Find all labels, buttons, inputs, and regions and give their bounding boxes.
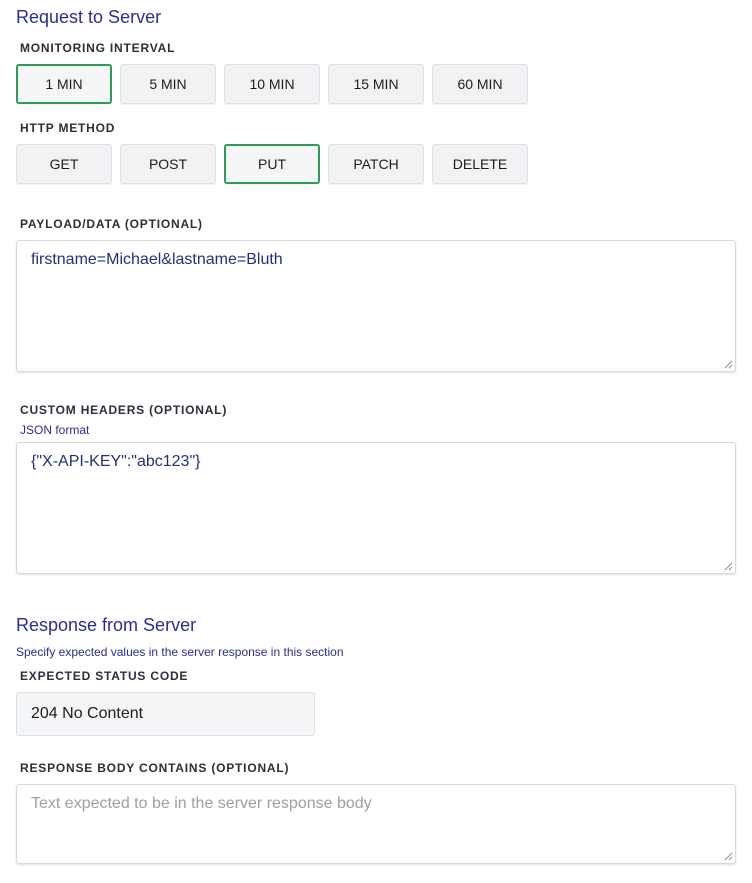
- method-delete-button[interactable]: DELETE: [432, 144, 528, 184]
- http-method-button-group: GET POST PUT PATCH DELETE: [16, 144, 528, 184]
- expected-status-code-value: 204 No Content: [31, 705, 144, 722]
- custom-headers-value: {"X-API-KEY":"abc123"}: [31, 453, 201, 470]
- interval-10-min-button[interactable]: 10 MIN: [224, 64, 320, 104]
- interval-60-min-button[interactable]: 60 MIN: [432, 64, 528, 104]
- response-section-hint: Specify expected values in the server re…: [16, 645, 344, 659]
- request-section-title: Request to Server: [16, 7, 162, 27]
- payload-label: PAYLOAD/DATA (OPTIONAL): [20, 217, 203, 231]
- resize-grip-icon[interactable]: [724, 360, 733, 369]
- interval-button-group: 1 MIN 5 MIN 10 MIN 15 MIN 60 MIN: [16, 64, 528, 104]
- expected-status-code-select[interactable]: 204 No Content: [16, 692, 315, 736]
- custom-headers-label: CUSTOM HEADERS (OPTIONAL): [20, 403, 228, 417]
- payload-textarea[interactable]: firstname=Michael&lastname=Bluth: [16, 240, 736, 372]
- method-get-button[interactable]: GET: [16, 144, 112, 184]
- monitor-config-form: Request to Server MONITORING INTERVAL 1 …: [0, 0, 752, 883]
- custom-headers-hint: JSON format: [20, 423, 90, 437]
- custom-headers-textarea[interactable]: {"X-API-KEY":"abc123"}: [16, 442, 736, 574]
- response-body-textarea[interactable]: Text expected to be in the server respon…: [16, 784, 736, 864]
- interval-5-min-button[interactable]: 5 MIN: [120, 64, 216, 104]
- expected-status-code-label: EXPECTED STATUS CODE: [20, 669, 189, 683]
- http-method-label: HTTP METHOD: [20, 121, 116, 135]
- method-post-button[interactable]: POST: [120, 144, 216, 184]
- resize-grip-icon[interactable]: [724, 852, 733, 861]
- method-patch-button[interactable]: PATCH: [328, 144, 424, 184]
- response-section-title: Response from Server: [16, 615, 197, 635]
- response-body-label: RESPONSE BODY CONTAINS (OPTIONAL): [20, 761, 290, 775]
- resize-grip-icon[interactable]: [724, 562, 733, 571]
- payload-value: firstname=Michael&lastname=Bluth: [31, 251, 283, 268]
- interval-1-min-button[interactable]: 1 MIN: [16, 64, 112, 104]
- method-put-button[interactable]: PUT: [224, 144, 320, 184]
- interval-15-min-button[interactable]: 15 MIN: [328, 64, 424, 104]
- response-body-placeholder: Text expected to be in the server respon…: [31, 795, 372, 812]
- monitoring-interval-label: MONITORING INTERVAL: [20, 41, 176, 55]
